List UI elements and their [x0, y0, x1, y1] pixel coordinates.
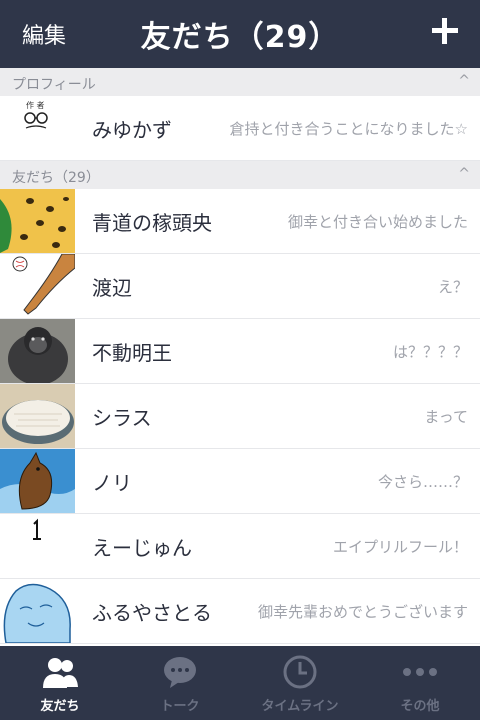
- tab-label: その他: [400, 699, 440, 714]
- tab-label: 友だち: [40, 699, 80, 714]
- tab-bar: 友だち トーク タイムライン その他: [0, 646, 480, 720]
- friend-row[interactable]: えーじゅん エイプリルフール！: [0, 514, 480, 579]
- friend-name: 青道の稼頭央: [92, 211, 212, 235]
- tab-timeline[interactable]: タイムライン: [240, 646, 360, 720]
- friend-row[interactable]: ふるやさとる 御幸先輩おめでとうございます: [0, 579, 480, 644]
- avatar: [0, 384, 75, 448]
- svg-text:作 者: 作 者: [26, 100, 45, 110]
- friend-name: 不動明王: [92, 341, 172, 365]
- friend-name: シラス: [92, 406, 152, 430]
- tab-more[interactable]: その他: [360, 646, 480, 720]
- friend-status: 御幸先輩おめでとうございます: [257, 603, 468, 621]
- avatar: [0, 449, 75, 513]
- tab-label: トーク: [160, 699, 200, 714]
- avatar: [0, 514, 75, 578]
- friends-icon: [42, 654, 78, 690]
- page-title: 友だち（29）: [140, 20, 340, 55]
- friend-row[interactable]: 渡辺 え？: [0, 254, 480, 319]
- friend-status: 今さら……？: [377, 473, 468, 491]
- collapse-caret-icon[interactable]: ^: [458, 166, 470, 182]
- tab-friends[interactable]: 友だち: [0, 646, 120, 720]
- profile-status: 倉持と付き合うことになりました☆: [229, 120, 468, 138]
- friends-section-header[interactable]: 友だち（29） ^: [0, 161, 480, 189]
- friend-status: エイプリルフール！: [332, 538, 468, 556]
- friend-name: ふるやさとる: [92, 601, 212, 625]
- collapse-caret-icon[interactable]: ^: [458, 73, 470, 89]
- profile-section-header[interactable]: プロフィール ^: [0, 68, 480, 96]
- avatar: [0, 579, 75, 643]
- friend-name: ノリ: [92, 471, 132, 495]
- avatar: 作 者: [0, 96, 75, 160]
- avatar: [0, 254, 75, 318]
- timeline-icon: [282, 654, 318, 690]
- friend-name: えーじゅん: [92, 536, 192, 560]
- friend-status: は？？？？: [392, 343, 468, 361]
- section-label: 友だち（29）: [12, 170, 100, 186]
- add-friend-icon[interactable]: [428, 14, 462, 48]
- section-label: プロフィール: [12, 77, 96, 93]
- friend-row[interactable]: ノリ 今さら……？: [0, 449, 480, 514]
- friend-row[interactable]: 不動明王 は？？？？: [0, 319, 480, 384]
- profile-name: みゆかず: [92, 118, 172, 142]
- friend-name: 渡辺: [92, 276, 132, 300]
- friend-row[interactable]: シラス まって: [0, 384, 480, 449]
- profile-row[interactable]: 作 者 みゆかず 倉持と付き合うことになりました☆: [0, 96, 480, 161]
- tab-label: タイムライン: [261, 699, 339, 714]
- tab-talk[interactable]: トーク: [120, 646, 240, 720]
- chat-icon: [162, 654, 198, 690]
- friend-row[interactable]: 青道の稼頭央 御幸と付き合い始めました: [0, 189, 480, 254]
- more-icon: [402, 654, 438, 690]
- friend-status: 御幸と付き合い始めました: [287, 213, 468, 231]
- friend-status: まって: [424, 408, 468, 426]
- header-bar: 編集 友だち（29）: [0, 0, 480, 68]
- avatar: [0, 189, 75, 253]
- avatar: [0, 319, 75, 383]
- friend-status: え？: [437, 278, 468, 296]
